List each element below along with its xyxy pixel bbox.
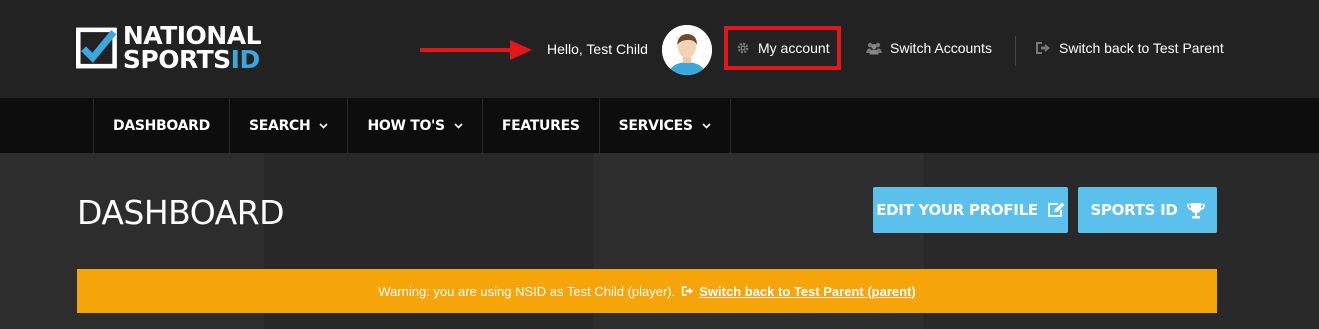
sign-out-icon [682, 286, 694, 296]
my-account-link[interactable]: My account [724, 26, 841, 70]
sign-out-icon [1036, 42, 1050, 54]
logo-text: NATIONAL SPORTSID [122, 23, 262, 74]
switch-back-label: Switch back to Test Parent [1059, 40, 1224, 56]
trophy-icon [1186, 202, 1205, 218]
nav-item-search[interactable]: SEARCH [230, 98, 349, 153]
switch-back-parent-label: Switch back to Test Parent (parent) [699, 283, 916, 299]
impersonation-warning-banner: Warning: you are using NSID as Test Chil… [77, 269, 1217, 313]
sports-id-button[interactable]: SPORTS ID [1078, 187, 1217, 233]
edit-icon [1047, 202, 1065, 217]
nav-item-label: FEATURES [501, 117, 580, 134]
logo-word-id: ID [230, 45, 261, 74]
switch-accounts-label: Switch Accounts [890, 40, 992, 56]
chevron-down-icon [702, 122, 711, 129]
switch-back-link[interactable]: Switch back to Test Parent [1035, 40, 1224, 56]
chevron-down-icon [454, 122, 463, 129]
header-divider [1015, 36, 1016, 66]
user-avatar-icon [662, 25, 712, 75]
top-bar: NATIONAL SPORTSID Hello, Test Child My a… [0, 0, 1319, 98]
nav-item-how-tos[interactable]: HOW TO'S [348, 98, 483, 153]
edit-profile-label: EDIT YOUR PROFILE [876, 201, 1038, 219]
users-icon [866, 42, 882, 55]
switch-accounts-link[interactable]: Switch Accounts [866, 40, 992, 56]
page-title: DASHBOARD [77, 193, 285, 232]
logo-check-icon [76, 27, 117, 69]
main-content: DASHBOARD EDIT YOUR PROFILE SPORTS ID Wa… [0, 153, 1319, 329]
warning-text: Warning: you are using NSID as Test Chil… [378, 283, 676, 299]
nav-item-dashboard[interactable]: DASHBOARD [94, 98, 230, 153]
logo-line-2: SPORTSID [122, 45, 261, 74]
edit-profile-button[interactable]: EDIT YOUR PROFILE [873, 187, 1068, 233]
main-nav: DASHBOARD SEARCH HOW TO'S FEATURES SERVI… [0, 98, 1319, 153]
greeting-text: Hello, Test Child [547, 41, 648, 57]
user-avatar[interactable] [662, 25, 712, 75]
switch-back-parent-link[interactable]: Switch back to Test Parent (parent) [681, 283, 916, 299]
nav-item-features[interactable]: FEATURES [483, 98, 600, 153]
my-account-label: My account [758, 40, 830, 56]
logo-word-sports: SPORTS [122, 45, 231, 74]
nav-item-label: HOW TO'S [367, 117, 445, 134]
chevron-down-icon [319, 122, 329, 129]
nav-item-label: SEARCH [249, 117, 311, 134]
nav-items: DASHBOARD SEARCH HOW TO'S FEATURES SERVI… [93, 98, 731, 153]
nav-item-label: DASHBOARD [113, 117, 210, 134]
annotation-arrow-icon [420, 40, 532, 60]
nav-item-services[interactable]: SERVICES [600, 98, 731, 153]
sports-id-label: SPORTS ID [1090, 201, 1178, 219]
gear-icon [737, 42, 749, 54]
national-sports-id-logo[interactable]: NATIONAL SPORTSID [76, 20, 262, 76]
nav-item-label: SERVICES [618, 117, 693, 134]
